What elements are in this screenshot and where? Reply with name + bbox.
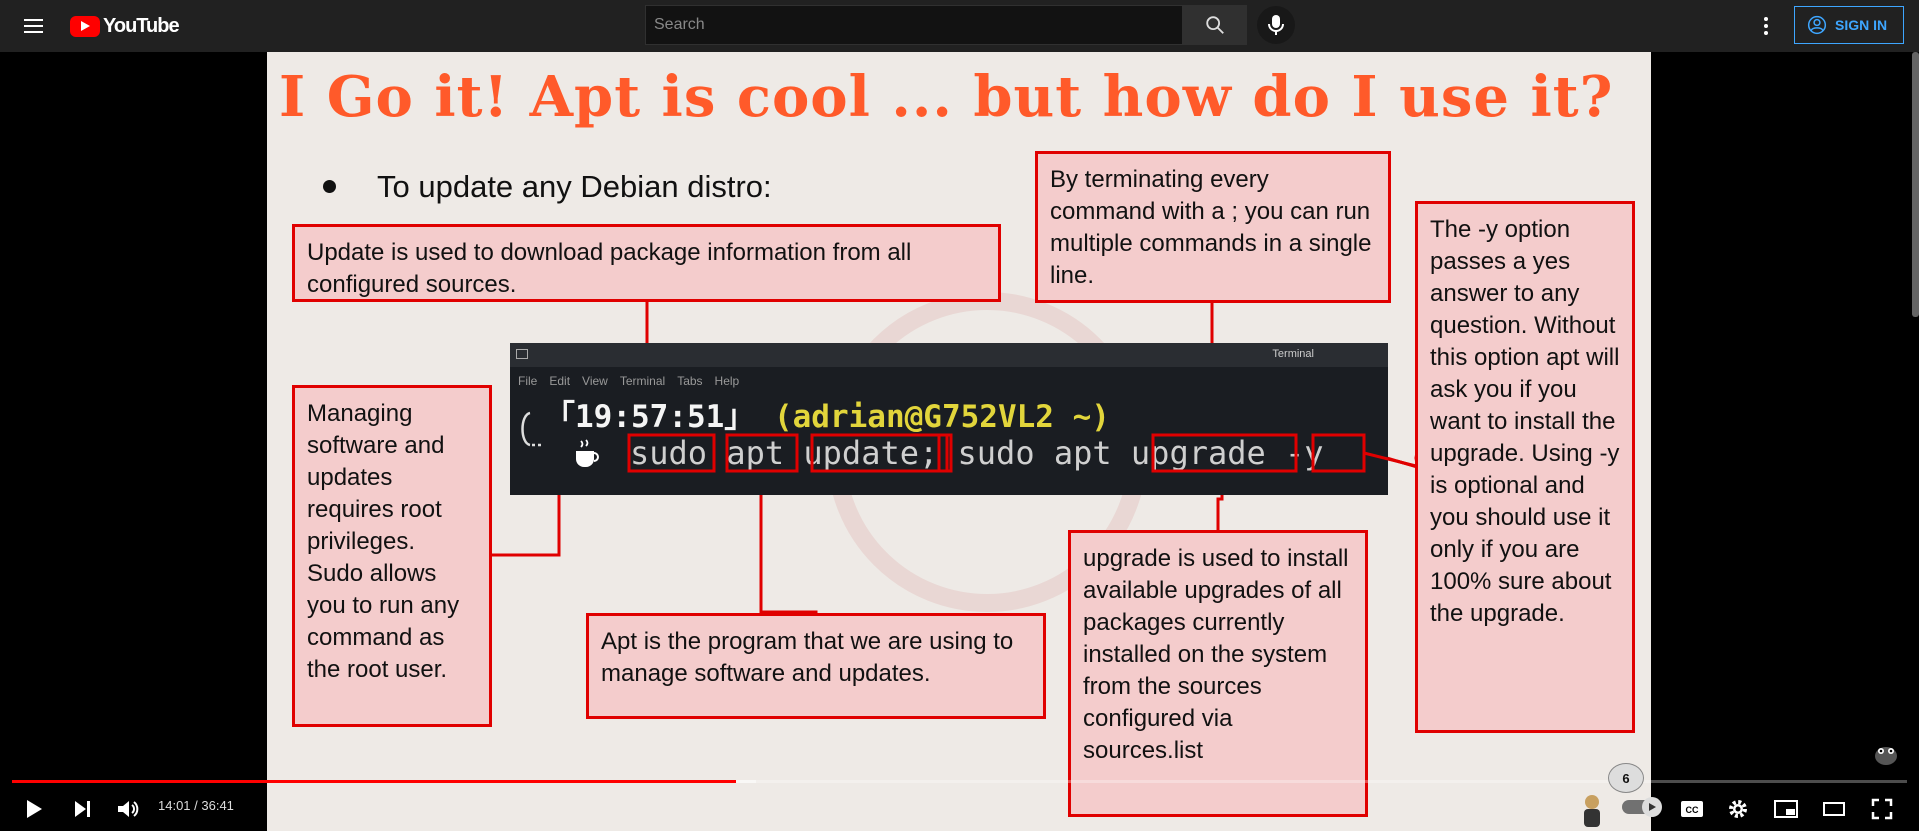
autoplay-toggle[interactable] [1622, 797, 1662, 817]
terminal-menu-help: Help [714, 374, 740, 388]
account-icon [1807, 15, 1827, 35]
skip-next-icon [75, 801, 90, 817]
settings-menu-button[interactable] [1752, 12, 1780, 40]
coffee-cup-icon [576, 439, 599, 467]
miniplayer-icon [1774, 800, 1798, 818]
upgrade-note-box: upgrade is used to install available upg… [1068, 530, 1368, 817]
slide-bullet: To update any Debian distro: [377, 169, 772, 204]
mute-button[interactable] [112, 793, 144, 825]
slide-title: I Go it! Apt is cool ... but how do I us… [279, 64, 1614, 130]
mascot-figure-icon [1584, 795, 1600, 827]
cmd-upgrade: upgrade [1130, 434, 1266, 472]
y-option-note-box: The -y option passes a yes answer to any… [1415, 201, 1635, 733]
semicolon-note-box: By terminating every command with a ; yo… [1035, 151, 1391, 303]
logo-text: YouTube [103, 14, 180, 37]
terminal-titlebar: Terminal [510, 343, 1388, 367]
search-input[interactable] [645, 5, 1183, 45]
terminal-menu-terminal: Terminal [619, 374, 666, 388]
play-badge-icon [70, 15, 100, 37]
search-button[interactable] [1183, 5, 1247, 45]
subtitles-button[interactable]: CC [1676, 793, 1708, 825]
youtube-logo[interactable]: YouTube [70, 14, 180, 38]
gear-icon [1729, 800, 1747, 818]
sign-in-button[interactable]: SIGN IN [1794, 6, 1904, 44]
terminal-menu-file: File [518, 374, 538, 388]
miniplayer-button[interactable] [1770, 793, 1802, 825]
terminal-prompt-line: 「19:57:51」 (adrian@G752VL2 ~) [544, 391, 1110, 436]
guide-menu-button[interactable] [22, 14, 46, 38]
autoplay-play-icon [1649, 803, 1656, 811]
menu-icon [24, 19, 43, 21]
apt-note-box: Apt is the program that we are using to … [586, 613, 1046, 719]
terminal-clock: 「19:57:51」 [544, 399, 756, 435]
volume-icon [118, 801, 139, 817]
settings-button[interactable] [1722, 793, 1754, 825]
voice-search-button[interactable] [1257, 6, 1295, 44]
more-vertical-icon [1764, 17, 1768, 35]
play-icon [27, 800, 42, 818]
cmd-semicolon: ; [918, 434, 939, 472]
fullscreen-icon [1871, 798, 1893, 820]
video-frame-slide: I Go it! Apt is cool ... but how do I us… [267, 52, 1651, 831]
sign-in-label: SIGN IN [1835, 17, 1888, 33]
notification-bubble: 6 [1608, 763, 1644, 793]
page-scrollbar[interactable] [1912, 52, 1919, 317]
update-note-box: Update is used to download package infor… [292, 224, 1001, 302]
svg-text:CC: CC [1686, 805, 1699, 815]
terminal-title: Terminal [1272, 348, 1314, 360]
bullet-icon [323, 180, 336, 193]
cmd-update: update [803, 434, 919, 472]
youtube-app: YouTube Search SIGN IN I Go it! Apt is c… [0, 0, 1919, 831]
top-bar: YouTube Search SIGN IN [0, 0, 1919, 52]
cmd-sudo-apt: sudo apt [957, 434, 1112, 472]
cmd-sudo: sudo [630, 434, 708, 472]
time-display: 14:01 / 36:41 [158, 798, 234, 813]
progress-played [12, 780, 736, 783]
search-icon [1206, 16, 1224, 34]
video-player[interactable]: I Go it! Apt is cool ... but how do I us… [0, 52, 1919, 831]
next-button[interactable] [66, 793, 98, 825]
microphone-icon [1268, 15, 1284, 35]
terminal-user-host: (adrian@G752VL2 ~) [773, 399, 1110, 435]
theater-mode-button[interactable] [1818, 793, 1850, 825]
terminal-command-line: sudo apt update; sudo apt upgrade -y [630, 434, 1324, 472]
theater-icon [1823, 802, 1845, 816]
sudo-note-box: Managing software and updates requires r… [292, 385, 492, 727]
terminal-window: Terminal File Edit View Terminal Tabs He… [510, 343, 1388, 495]
terminal-menu: File Edit View Terminal Tabs Help [518, 374, 739, 388]
play-button[interactable] [18, 793, 50, 825]
channel-mascot-icon[interactable] [1870, 736, 1902, 768]
terminal-menu-tabs: Tabs [677, 374, 703, 388]
cmd-y-flag: -y [1285, 434, 1324, 472]
search-box [645, 5, 1247, 45]
closed-captions-icon: CC [1681, 801, 1703, 817]
autoplay-knob [1642, 797, 1662, 817]
fullscreen-button[interactable] [1866, 793, 1898, 825]
terminal-menu-view: View [582, 374, 608, 388]
cmd-apt: apt [726, 434, 785, 472]
terminal-menu-edit: Edit [549, 374, 571, 388]
